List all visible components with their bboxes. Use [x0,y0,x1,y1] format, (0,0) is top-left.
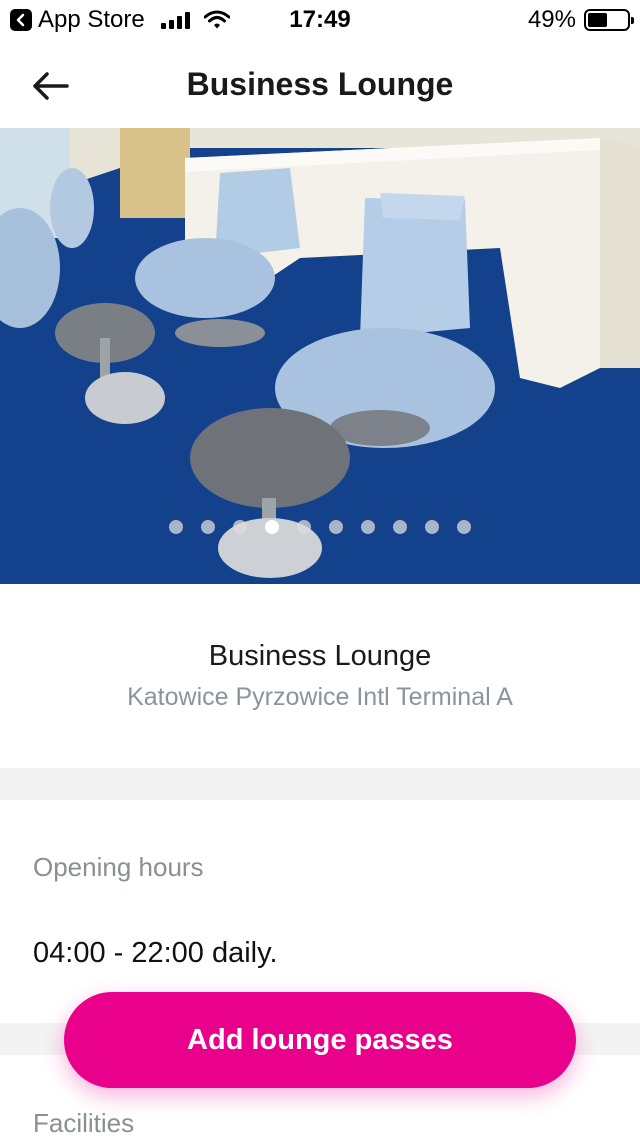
carousel-dot[interactable] [457,520,471,534]
carousel-dot[interactable] [329,520,343,534]
facilities-label: Facilities [33,1108,135,1136]
lounge-image-carousel[interactable] [0,128,640,584]
carousel-dot[interactable] [265,520,279,534]
carousel-dot[interactable] [169,520,183,534]
status-bar: App Store 17:49 49% [0,0,640,40]
carousel-dot[interactable] [393,520,407,534]
back-to-app-label[interactable]: App Store [38,6,145,34]
lounge-name: Business Lounge [208,640,432,672]
wifi-icon [203,10,230,30]
cellular-signal-icon [160,11,190,29]
add-lounge-passes-button[interactable]: Add lounge passes [64,992,576,1088]
lounge-info: Business Lounge Katowice Pyrzowice Intl … [0,584,640,768]
nav-header: Business Lounge [0,40,640,128]
lounge-photo [0,128,640,584]
chevron-left-icon[interactable] [10,9,32,31]
carousel-dot[interactable] [361,520,375,534]
carousel-dot[interactable] [425,520,439,534]
page-title: Business Lounge [186,65,454,102]
section-divider [0,768,640,800]
status-bar-right: 49% [527,6,634,34]
carousel-dot[interactable] [297,520,311,534]
status-bar-left: App Store [10,6,230,34]
battery-icon [584,9,634,31]
opening-hours-value: 04:00 - 22:00 daily. [33,937,278,969]
lounge-detail-screen: App Store 17:49 49% Business Lounge Busi… [0,0,640,1136]
lounge-location: Katowice Pyrzowice Intl Terminal A [127,683,513,711]
opening-hours-label: Opening hours [33,852,204,882]
carousel-dot[interactable] [233,520,247,534]
back-button[interactable] [24,60,76,112]
carousel-pagination [0,520,640,534]
carousel-dot[interactable] [201,520,215,534]
battery-fill [588,13,607,27]
arrow-left-icon [33,72,69,100]
battery-percent: 49% [527,6,576,33]
